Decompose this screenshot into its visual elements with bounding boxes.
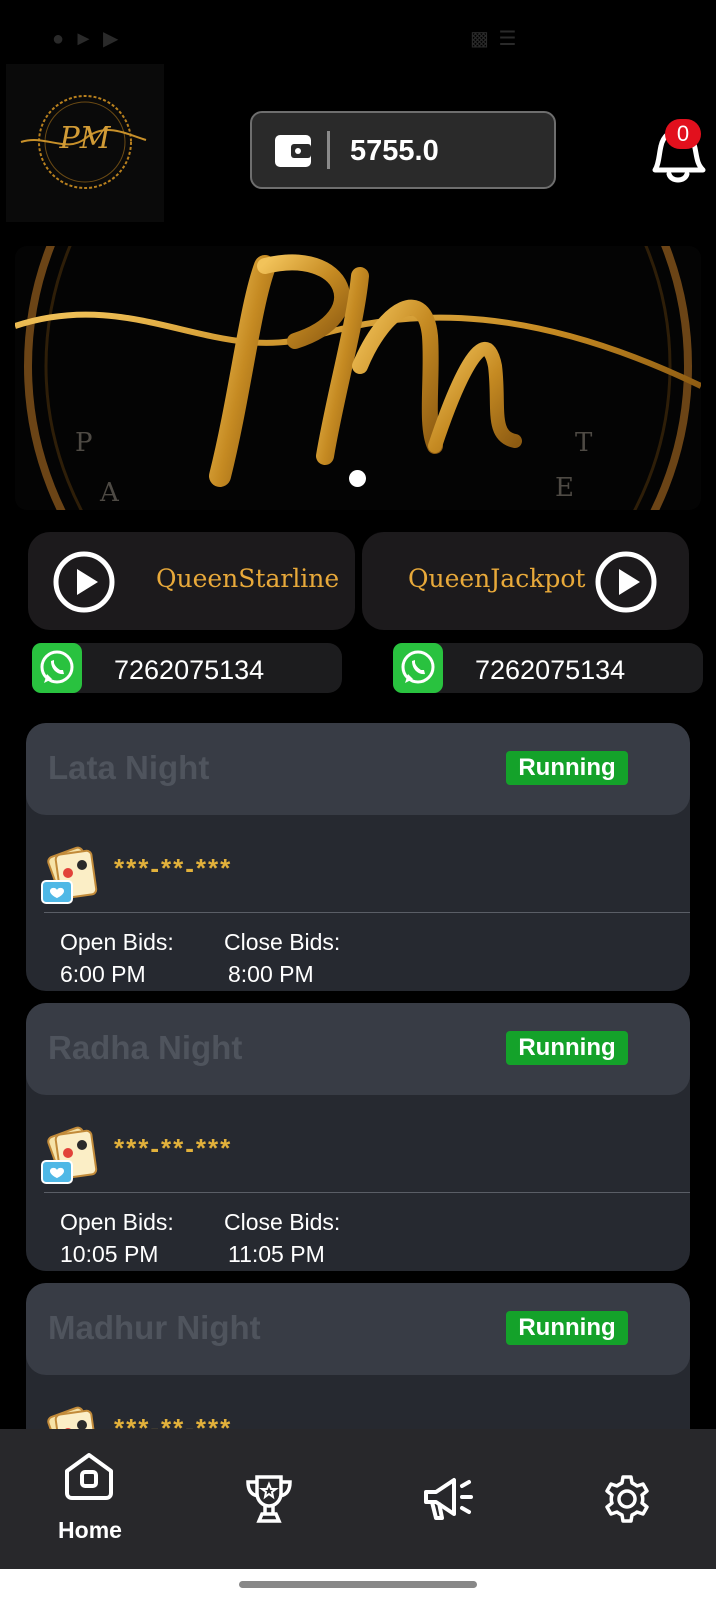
nav-home-label: Home xyxy=(58,1517,122,1543)
queen-starline-label: QueenStarline xyxy=(156,564,340,593)
market-card-header: Lata Night Running xyxy=(26,723,690,815)
close-bids-time: 8:00 PM xyxy=(228,961,314,987)
market-name: Radha Night xyxy=(48,1029,243,1066)
playing-cards-icon xyxy=(40,843,104,912)
queen-jackpot-button[interactable]: QueenJackpot xyxy=(362,532,689,630)
whatsapp-number-1: 7262075134 xyxy=(114,655,265,685)
market-card-radha-night[interactable]: Radha Night Running ***-**-*** Open Bids… xyxy=(26,1003,690,1271)
queen-starline-button[interactable]: QueenStarline xyxy=(28,532,355,630)
nav-results[interactable] xyxy=(194,1429,344,1569)
market-card-lata-night[interactable]: Lata Night Running ***-**-*** Open Bids:… xyxy=(26,723,690,991)
system-gesture-bar xyxy=(0,1569,716,1600)
svg-text:PM: PM xyxy=(59,121,112,156)
carousel-dot-active[interactable] xyxy=(349,470,366,487)
market-card-header: Madhur Night Running xyxy=(26,1283,690,1375)
open-bids-time: 6:00 PM xyxy=(60,961,146,987)
playing-cards-icon xyxy=(40,1123,104,1192)
gesture-handle[interactable] xyxy=(239,1581,477,1588)
svg-text:T: T xyxy=(575,428,593,458)
svg-text:E: E xyxy=(555,473,574,503)
wallet-balance-box[interactable]: 5755.0 xyxy=(250,111,556,189)
market-card-header: Radha Night Running xyxy=(26,1003,690,1095)
status-badge: Running xyxy=(506,1031,628,1065)
nav-home[interactable]: Home xyxy=(15,1429,165,1569)
queen-jackpot-label: QueenJackpot xyxy=(408,564,586,593)
bottom-nav: Home xyxy=(0,1429,716,1569)
svg-text:P: P xyxy=(75,428,93,458)
wallet-balance: 5755.0 xyxy=(350,135,439,167)
megaphone-icon xyxy=(422,1474,474,1529)
wallet-icon xyxy=(274,133,312,174)
app-logo: PM xyxy=(6,64,164,222)
whatsapp-number-2: 7262075134 xyxy=(475,655,626,685)
market-name: Madhur Night xyxy=(48,1309,261,1346)
close-bids-label: Close Bids: xyxy=(224,929,341,955)
market-name: Lata Night xyxy=(48,749,210,786)
nav-notices[interactable] xyxy=(372,1429,522,1569)
open-bids-label: Open Bids: xyxy=(60,1209,174,1235)
market-result: ***-**-*** xyxy=(114,853,233,883)
whatsapp-icon xyxy=(32,643,82,698)
market-result: ***-**-*** xyxy=(114,1133,233,1163)
open-bids-time: 10:05 PM xyxy=(60,1241,159,1267)
whatsapp-contact-2[interactable]: 7262075134 xyxy=(393,643,703,693)
nav-settings[interactable] xyxy=(551,1429,701,1569)
divider xyxy=(44,912,690,913)
play-icon xyxy=(52,550,116,619)
wallet-separator xyxy=(327,131,330,169)
open-bids-label: Open Bids: xyxy=(60,929,174,955)
status-badge: Running xyxy=(506,751,628,785)
close-bids-time: 11:05 PM xyxy=(228,1241,325,1267)
status-bar: ● ► ▶ ▩ ☰ xyxy=(0,0,716,62)
play-icon xyxy=(594,550,658,619)
whatsapp-icon xyxy=(393,643,443,698)
whatsapp-contact-1[interactable]: 7262075134 xyxy=(32,643,342,693)
home-icon xyxy=(63,1451,115,1506)
svg-text:A: A xyxy=(99,478,120,508)
trophy-icon xyxy=(243,1473,295,1530)
status-badge: Running xyxy=(506,1311,628,1345)
gear-icon xyxy=(602,1474,652,1529)
divider xyxy=(44,1192,690,1193)
notification-count-badge: 0 xyxy=(665,119,701,149)
close-bids-label: Close Bids: xyxy=(224,1209,341,1235)
